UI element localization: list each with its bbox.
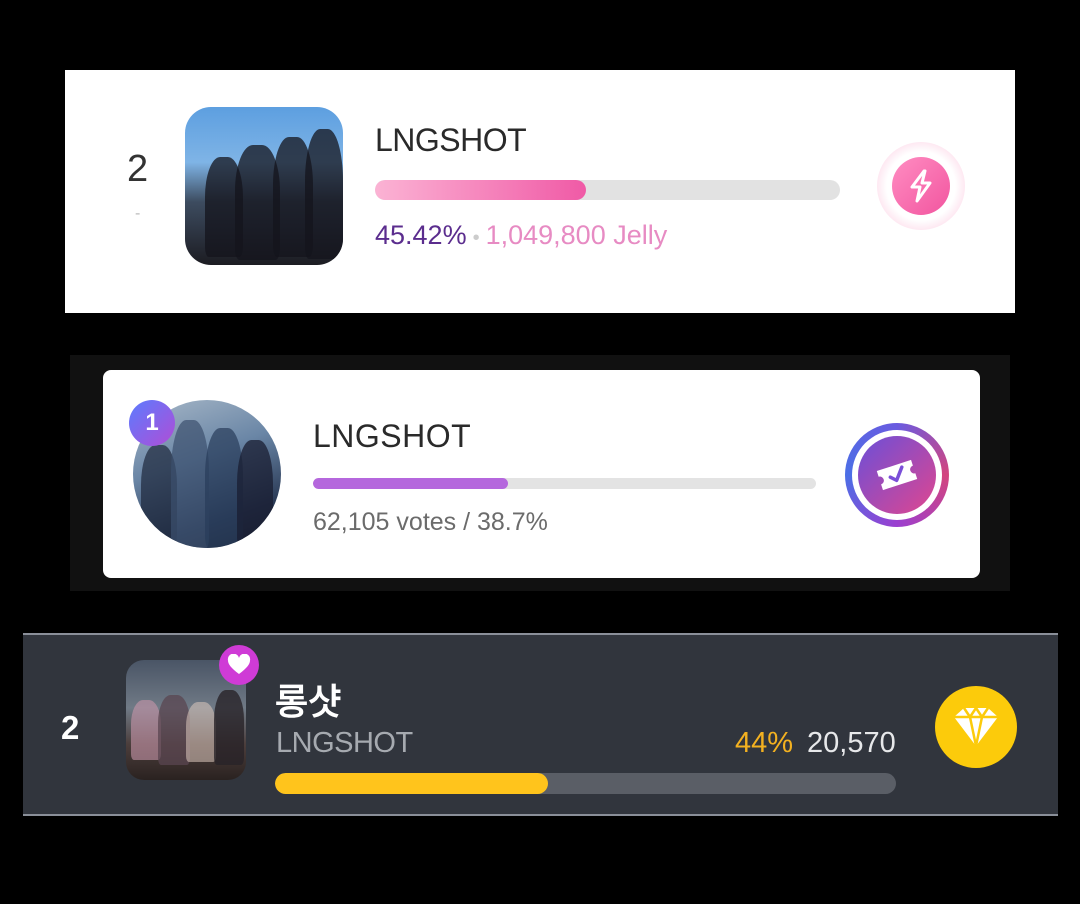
vote-count: 20,570 — [807, 727, 896, 759]
vote-percent: 45.42% — [375, 220, 467, 250]
separator-dot: • — [472, 227, 480, 249]
lightning-bolt-icon — [892, 157, 950, 215]
boost-button[interactable] — [877, 142, 965, 230]
artist-photo — [185, 107, 343, 265]
vote-card-2: 1 LNGSHOT 62,105 votes / 38.7% — [103, 370, 980, 578]
vote-progress-bar — [313, 478, 816, 489]
vote-progress-bar — [275, 773, 896, 794]
rank-number: 2 — [127, 148, 149, 190]
vote-button-ring — [852, 430, 942, 520]
vote-stats: 45.42% • 1,049,800 Jelly — [375, 220, 667, 251]
artist-name: LNGSHOT — [375, 122, 527, 158]
vote-stats: 62,105 votes / 38.7% — [313, 508, 548, 536]
artist-name: LNGSHOT — [313, 418, 472, 454]
vote-ticket-icon — [858, 436, 936, 514]
artist-name: LNGSHOT — [276, 727, 413, 759]
vote-card-3: 2 롱샷 LNGSHOT 44% 20,570 — [23, 633, 1058, 816]
vote-progress-fill — [375, 180, 587, 200]
artist-korean-name: 롱샷 — [275, 682, 342, 723]
heart-badge — [219, 645, 259, 685]
vote-percent: 44% — [735, 727, 794, 759]
diamond-gem-icon — [954, 706, 998, 747]
vote-progress-bar — [375, 180, 840, 200]
rank-number: 2 — [61, 709, 80, 746]
heart-icon — [227, 654, 251, 674]
jelly-count: 1,049,800 Jelly — [485, 220, 668, 250]
rank-change: - — [135, 205, 141, 222]
vote-button[interactable] — [845, 423, 949, 527]
vote-card-1: 2 - LNGSHOT 45.42% • 1,049,800 Jelly — [65, 70, 1015, 313]
vote-progress-fill — [313, 478, 508, 489]
vote-progress-fill — [275, 773, 549, 794]
gem-vote-button[interactable] — [935, 686, 1017, 768]
rank-badge: 1 — [129, 400, 175, 446]
